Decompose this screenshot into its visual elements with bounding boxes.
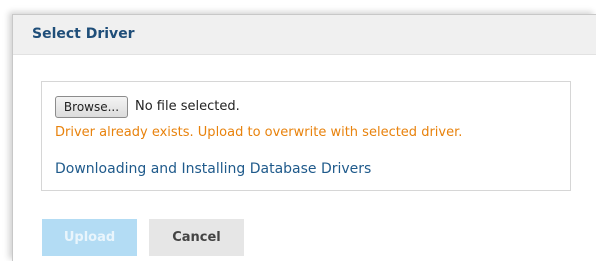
dialog-header: Select Driver [13, 15, 596, 55]
driver-exists-warning: Driver already exists. Upload to overwri… [55, 125, 463, 140]
browse-button[interactable]: Browse... [55, 96, 128, 118]
installing-drivers-link[interactable]: Downloading and Installing Database Driv… [55, 161, 371, 177]
dialog-title: Select Driver [32, 26, 135, 42]
cancel-button[interactable]: Cancel [149, 219, 244, 256]
select-driver-dialog: Select Driver Browse... No file selected… [12, 14, 596, 261]
upload-button[interactable]: Upload [42, 219, 137, 256]
driver-upload-panel: Browse... No file selected. Driver alrea… [41, 81, 571, 191]
file-status-text: No file selected. [135, 99, 240, 114]
